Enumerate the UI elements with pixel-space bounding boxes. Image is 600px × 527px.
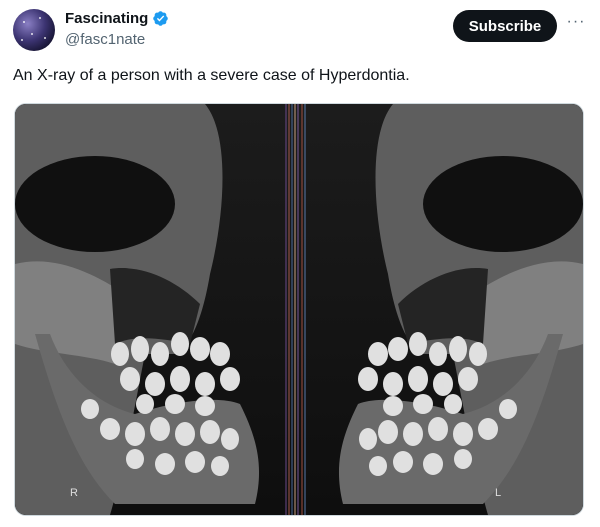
user-handle[interactable]: @fasc1nate	[65, 31, 145, 48]
tweet-text: An X-ray of a person with a severe case …	[13, 67, 410, 84]
right-marker: L	[495, 487, 501, 499]
xray-skull-image: R L	[15, 104, 583, 515]
verified-badge-icon	[153, 11, 169, 26]
display-name[interactable]: Fascinating	[65, 10, 148, 27]
center-divider	[285, 104, 306, 515]
tweet-media[interactable]: R L	[14, 103, 584, 516]
avatar[interactable]	[13, 9, 55, 51]
more-horizontal-icon[interactable]: ···	[566, 14, 586, 34]
left-marker: R	[70, 487, 78, 499]
subscribe-button[interactable]: Subscribe	[453, 10, 557, 42]
name-row: Fascinating	[65, 10, 169, 27]
tweet-header: Fascinating @fasc1nate Subscribe ···	[0, 0, 600, 60]
